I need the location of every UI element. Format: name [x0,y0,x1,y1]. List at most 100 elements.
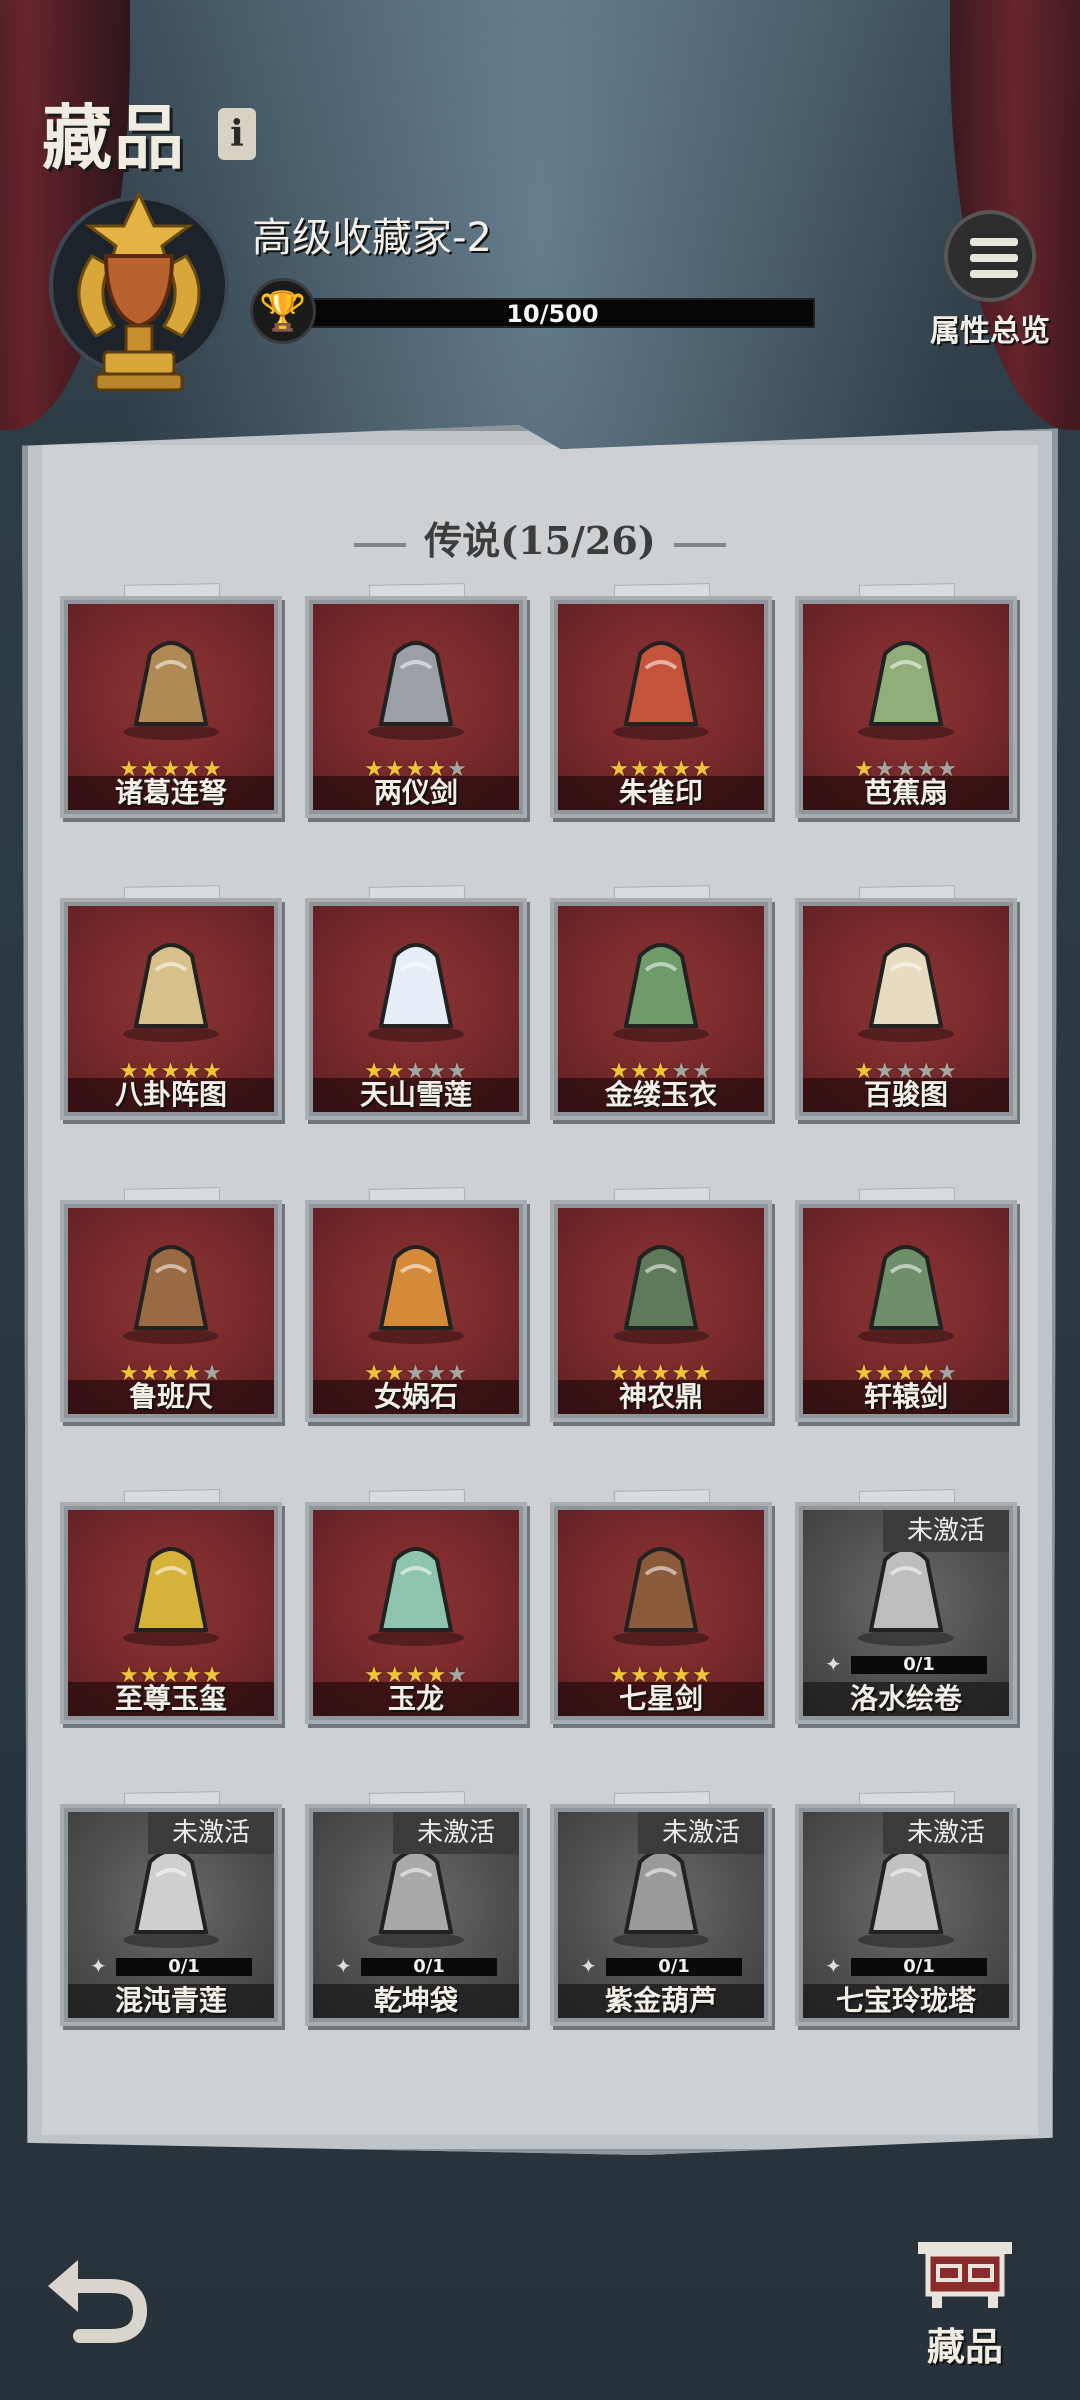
unlock-progress-text: 0/1 [168,1956,200,1977]
collection-card[interactable]: 七宝玲珑塔 未激活 ✦ 0/1 [795,1791,1017,2026]
collection-card[interactable]: 洛水绘卷 未激活 ✦ 0/1 [795,1489,1017,1724]
collection-card[interactable]: 芭蕉扇 ★★★★★ [795,583,1017,818]
collection-card[interactable]: 紫金葫芦 未激活 ✦ 0/1 [550,1791,772,2026]
star-empty-icon: ★ [426,1361,448,1386]
inactive-badge: 未激活 [393,1812,519,1854]
collection-progress-bar: 10/500 [290,298,815,328]
star-rating: ★★★★★ [550,1060,772,1084]
collection-card[interactable]: 七星剑 ★★★★★ [550,1489,772,1724]
star-rating: ★★★★★ [305,1060,527,1084]
artifact-icon [123,943,219,1042]
star-rating: ★★★★★ [60,1060,282,1084]
star-filled-icon: ★ [119,757,140,782]
artifact-icon [368,1245,464,1344]
artifact-icon [858,641,954,740]
info-icon[interactable]: i [218,108,256,160]
attribute-overview-button[interactable]: 属性总览 [930,210,1050,350]
star-empty-icon: ★ [692,1059,713,1084]
artifact-icon [613,641,709,740]
trophy-icon: 🏆 [250,278,316,344]
fragment-icon: ✦ [335,1954,352,1978]
unlock-progress-text: 0/1 [903,1654,935,1675]
collection-card-name: 七宝玲珑塔 [835,1984,976,2017]
star-filled-icon: ★ [854,757,875,782]
collection-card[interactable]: 至尊玉玺 ★★★★★ [60,1489,282,1724]
collection-card[interactable]: 天山雪莲 ★★★★★ [305,885,527,1120]
inactive-badge: 未激活 [883,1510,1009,1552]
section-title-text: 传说(15/26) [424,518,656,563]
back-arrow-icon[interactable] [40,2246,160,2346]
star-filled-icon: ★ [629,1059,651,1084]
star-filled-icon: ★ [650,1663,672,1688]
artifact-icon [613,1547,709,1646]
star-rating: ★★★★★ [550,1664,772,1688]
star-rating: ★★★★★ [795,1060,1017,1084]
tab-collection[interactable]: 藏品 [900,2232,1030,2371]
star-filled-icon: ★ [160,1059,182,1084]
collection-card[interactable]: 朱雀印 ★★★★★ [550,583,772,818]
collection-card[interactable]: 神农鼎 ★★★★★ [550,1187,772,1422]
artifact-icon [858,943,954,1042]
star-rating: ★★★★★ [305,758,527,782]
fragment-icon: ✦ [90,1954,107,1978]
artifact-icon [123,641,219,740]
collection-card[interactable]: 鲁班尺 ★★★★★ [60,1187,282,1422]
artifact-icon [858,1245,954,1344]
star-filled-icon: ★ [202,757,223,782]
collection-card[interactable]: 混沌青莲 未激活 ✦ 0/1 [60,1791,282,2026]
collection-card[interactable]: 乾坤袋 未激活 ✦ 0/1 [305,1791,527,2026]
star-empty-icon: ★ [916,757,938,782]
star-filled-icon: ★ [160,1361,182,1386]
star-filled-icon: ★ [364,1663,385,1688]
section-title: 传说(15/26) [0,510,1080,565]
star-filled-icon: ★ [629,1361,651,1386]
collection-card[interactable]: 百骏图 ★★★★★ [795,885,1017,1120]
star-filled-icon: ★ [650,1361,672,1386]
star-filled-icon: ★ [671,1361,693,1386]
star-empty-icon: ★ [874,757,896,782]
star-filled-icon: ★ [916,1361,938,1386]
collection-card[interactable]: 轩辕剑 ★★★★★ [795,1187,1017,1422]
star-filled-icon: ★ [609,1361,630,1386]
collection-card[interactable]: 两仪剑 ★★★★★ [305,583,527,818]
fragment-icon: ✦ [580,1954,597,1978]
star-rating: ★★★★★ [550,1362,772,1386]
inactive-badge: 未激活 [148,1812,274,1854]
star-empty-icon: ★ [671,1059,693,1084]
inactive-badge: 未激活 [883,1812,1009,1854]
star-empty-icon: ★ [405,1361,427,1386]
star-filled-icon: ★ [119,1059,140,1084]
star-filled-icon: ★ [384,757,406,782]
star-rating: ★★★★★ [550,758,772,782]
collection-card[interactable]: 女娲石 ★★★★★ [305,1187,527,1422]
collection-card[interactable]: 八卦阵图 ★★★★★ [60,885,282,1120]
star-rating: ★★★★★ [795,1362,1017,1386]
artifact-icon [123,1245,219,1344]
star-filled-icon: ★ [650,757,672,782]
star-empty-icon: ★ [202,1361,223,1386]
star-filled-icon: ★ [405,1663,427,1688]
star-rating: ★★★★★ [305,1362,527,1386]
unlock-progress: ✦ 0/1 [580,1954,742,1978]
star-filled-icon: ★ [629,1663,651,1688]
star-filled-icon: ★ [119,1361,140,1386]
star-empty-icon: ★ [447,757,468,782]
star-filled-icon: ★ [609,1059,630,1084]
star-filled-icon: ★ [854,1059,875,1084]
star-filled-icon: ★ [139,1361,161,1386]
star-filled-icon: ★ [874,1361,896,1386]
star-filled-icon: ★ [384,1361,406,1386]
cauldron-icon [918,2242,1012,2308]
fragment-icon: ✦ [825,1954,842,1978]
collection-card[interactable]: 玉龙 ★★★★★ [305,1489,527,1724]
star-filled-icon: ★ [384,1663,406,1688]
collection-card[interactable]: 诸葛连弩 ★★★★★ [60,583,282,818]
star-filled-icon: ★ [895,1361,917,1386]
collection-grid: 诸葛连弩 ★★★★★ 两仪剑 ★★★★★ 朱雀印 ★★★★★ 芭蕉扇 ★★★★★ 八卦阵图 ★★★… [60,583,1020,2026]
star-empty-icon: ★ [937,757,958,782]
collection-card[interactable]: 金缕玉衣 ★★★★★ [550,885,772,1120]
list-icon [944,210,1036,302]
fragment-icon: ✦ [825,1652,842,1676]
star-filled-icon: ★ [181,1663,203,1688]
inactive-badge: 未激活 [638,1812,764,1854]
